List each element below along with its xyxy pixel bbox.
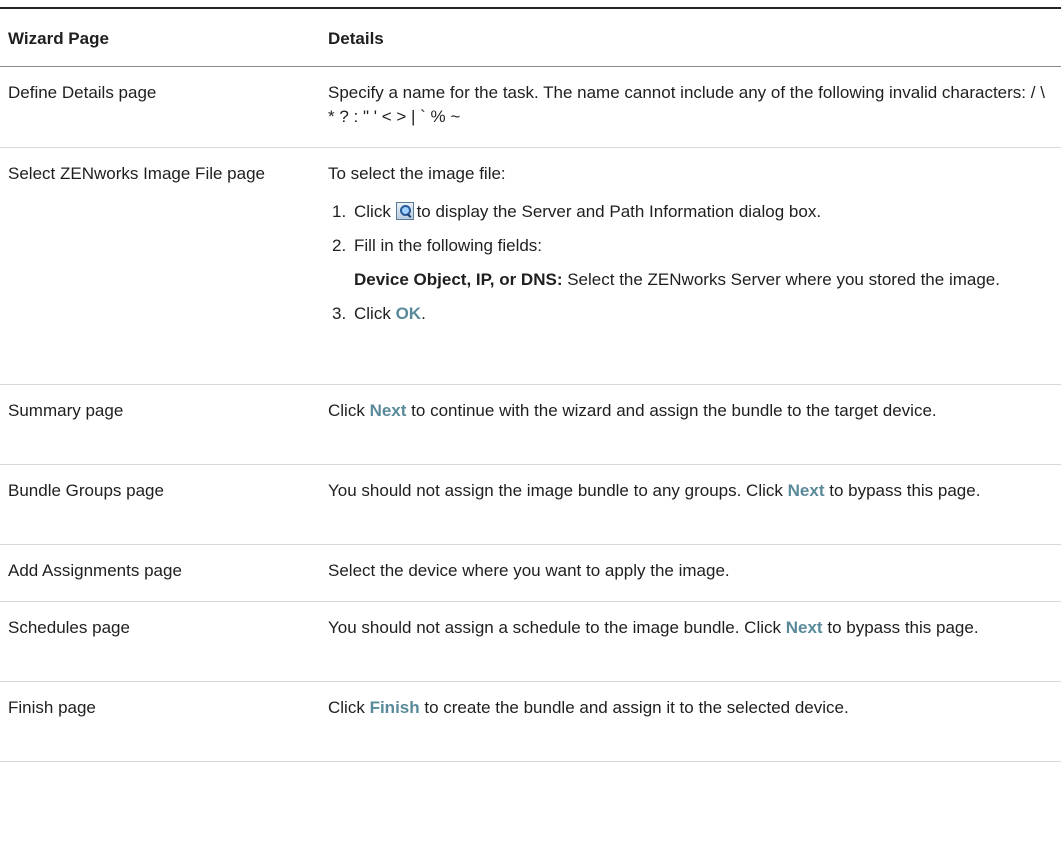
step-text: Click bbox=[354, 202, 391, 221]
details-cell: You should not assign a schedule to the … bbox=[328, 616, 1048, 640]
step-item: 1. Click to display the Server and Path … bbox=[328, 200, 1048, 224]
step-number: 1. bbox=[332, 202, 347, 221]
details-text: You should not assign the image bundle t… bbox=[328, 481, 783, 500]
ui-term: Next bbox=[369, 401, 407, 420]
field-label: Device Object, IP, or DNS: bbox=[354, 270, 563, 289]
wizard-page-cell: Define Details page bbox=[8, 83, 157, 102]
details-cell: You should not assign the image bundle t… bbox=[328, 479, 1048, 503]
header-wizard-page: Wizard Page bbox=[8, 29, 109, 48]
table-row: Summary page Click Next to continue with… bbox=[0, 385, 1061, 465]
step-item: 2. Fill in the following fields: bbox=[328, 234, 1048, 258]
ui-term: Finish bbox=[369, 698, 420, 717]
wizard-page-cell: Bundle Groups page bbox=[8, 481, 164, 500]
wizard-page-cell: Finish page bbox=[8, 698, 96, 717]
details-text: Click bbox=[328, 401, 365, 420]
details-cell: Select the device where you want to appl… bbox=[328, 561, 730, 580]
step-text: . bbox=[421, 304, 426, 323]
field-description: Device Object, IP, or DNS: Select the ZE… bbox=[328, 268, 1048, 292]
details-text: to continue with the wizard and assign t… bbox=[411, 401, 937, 420]
step-number: 3. bbox=[332, 304, 347, 323]
header-details: Details bbox=[328, 29, 384, 48]
step-text: to display the Server and Path Informati… bbox=[416, 202, 822, 221]
details-text: Click bbox=[328, 698, 365, 717]
details-text: to create the bundle and assign it to th… bbox=[424, 698, 849, 717]
wizard-page-cell: Summary page bbox=[8, 401, 124, 420]
details-cell: Click Finish to create the bundle and as… bbox=[328, 696, 1048, 720]
table-row: Bundle Groups page You should not assign… bbox=[0, 465, 1061, 545]
step-number: 2. bbox=[332, 236, 347, 255]
table-row: Define Details page Specify a name for t… bbox=[0, 67, 1061, 148]
details-text: to bypass this page. bbox=[829, 481, 981, 500]
table-row: Schedules page You should not assign a s… bbox=[0, 602, 1061, 682]
details-cell: Click Next to continue with the wizard a… bbox=[328, 399, 1048, 423]
search-icon bbox=[395, 202, 414, 220]
table-row: Select ZENworks Image File page To selec… bbox=[0, 148, 1061, 385]
details-cell: Specify a name for the task. The name ca… bbox=[328, 83, 1045, 126]
step-text: Fill in the following fields: bbox=[354, 236, 543, 255]
table-row: Finish page Click Finish to create the b… bbox=[0, 682, 1061, 762]
ui-term: OK bbox=[395, 304, 422, 323]
intro-text: To select the image file: bbox=[328, 164, 506, 183]
wizard-page-cell: Select ZENworks Image File page bbox=[8, 164, 265, 183]
wizard-page-cell: Add Assignments page bbox=[8, 561, 182, 580]
wizard-table: Wizard Page Details Define Details page … bbox=[0, 7, 1061, 762]
ui-term: Next bbox=[785, 618, 823, 637]
table-header-row: Wizard Page Details bbox=[0, 9, 1061, 67]
table-row: Add Assignments page Select the device w… bbox=[0, 545, 1061, 602]
field-text: Select the ZENworks Server where you sto… bbox=[567, 270, 1000, 289]
step-text: Click bbox=[354, 304, 391, 323]
details-text: You should not assign a schedule to the … bbox=[328, 618, 782, 637]
details-text: to bypass this page. bbox=[827, 618, 979, 637]
ui-term: Next bbox=[787, 481, 825, 500]
step-item: 3. Click OK. bbox=[328, 302, 1048, 326]
wizard-page-cell: Schedules page bbox=[8, 618, 130, 637]
details-cell: To select the image file: 1. Click to di… bbox=[328, 162, 1048, 326]
